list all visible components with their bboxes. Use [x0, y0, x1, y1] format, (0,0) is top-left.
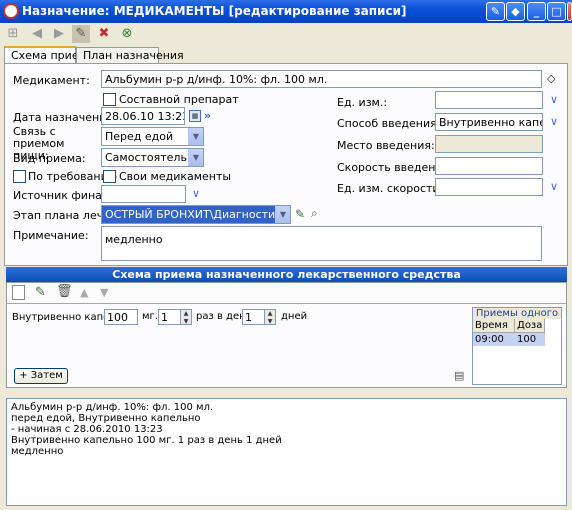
chevron-down-icon[interactable]: ▼ — [275, 206, 290, 223]
speed-field[interactable] — [435, 157, 543, 175]
spin-arrows-icon[interactable]: ▲ ▼ — [180, 310, 191, 324]
toolbar: ⊞ ◀ ▶ ✎ ✖ ⊗ — [0, 23, 572, 46]
window-title: Назначение: МЕДИКАМЕНТЫ [редактирование … — [22, 4, 407, 18]
delete-icon[interactable]: ✖ — [95, 25, 113, 43]
schema-header: Схема приема назначенного лекарственного… — [6, 267, 567, 282]
tools-icon[interactable]: ✎ — [486, 2, 505, 21]
route-field[interactable]: Внутривенно капельно — [435, 113, 543, 131]
doses-grid: Приемы одного дня Время Доза 09:00 100 — [472, 307, 562, 385]
food-select[interactable]: Перед едой ▼ — [101, 127, 204, 146]
tab-plan[interactable]: План назначения — [76, 47, 184, 64]
chevron-down-icon[interactable]: ▼ — [188, 128, 203, 145]
unit-label: Ед. изм.: — [337, 96, 388, 109]
close-record-icon[interactable]: ⊗ — [118, 25, 136, 43]
compound-checkbox[interactable] — [103, 93, 116, 106]
trash-icon[interactable]: 🗑 — [56, 284, 73, 299]
search-icon[interactable]: ⌕ — [311, 206, 318, 221]
add-record-icon[interactable]: ⊞ — [4, 25, 22, 43]
intake-label: Вид приема: — [13, 152, 86, 165]
grid-dose: 100 — [515, 333, 545, 346]
medicament-label: Медикамент: — [13, 74, 90, 87]
summary-line: Внутривенно капельно 100 мг. 1 раз в ден… — [11, 435, 282, 446]
grid-row[interactable]: 09:00 100 — [473, 333, 561, 346]
intake-select[interactable]: Самостоятельно ▼ — [101, 148, 204, 167]
then-button[interactable]: + Затем — [14, 368, 68, 384]
new-doc-icon[interactable] — [12, 285, 25, 300]
own-meds-checkbox[interactable] — [103, 170, 116, 183]
summary-line: Альбумин р-р д/инф. 10%: фл. 100 мл. — [11, 402, 214, 413]
place-label: Место введения: — [337, 139, 435, 152]
grid-col-dose: Доза — [515, 319, 545, 333]
tab-strip: Схема приема План назначения — [4, 46, 204, 64]
arrow-up-icon[interactable]: ▲ — [80, 286, 88, 299]
days-value: 1 — [245, 311, 252, 324]
chevron-down-icon[interactable]: ▼ — [188, 149, 203, 166]
times-stepper[interactable]: 1 ▲ ▼ — [158, 309, 192, 325]
grid-time: 09:00 — [473, 333, 515, 346]
summary-box: Альбумин р-р д/инф. 10%: фл. 100 мл. пер… — [6, 398, 567, 506]
note-field[interactable]: медленно — [101, 226, 542, 261]
unit-field[interactable] — [435, 91, 543, 109]
own-meds-label: Свои медикаменты — [119, 170, 232, 183]
on-demand-checkbox[interactable] — [13, 170, 26, 183]
chevron-down-icon[interactable]: ∨ — [547, 181, 561, 193]
chevron-down-icon[interactable]: ∨ — [189, 188, 203, 200]
grid-title: Приемы одного дня — [473, 308, 561, 330]
dose-unit: мг. — [142, 311, 158, 322]
funding-field[interactable] — [101, 185, 186, 203]
times-value: 1 — [161, 311, 168, 324]
divider — [7, 303, 566, 304]
days-stepper[interactable]: 1 ▲ ▼ — [242, 309, 276, 325]
medicament-field[interactable]: Альбумин р-р д/инф. 10%: фл. 100 мл. — [101, 70, 542, 88]
days-label: дней — [281, 311, 308, 322]
title-bar: Назначение: МЕДИКАМЕНТЫ [редактирование … — [0, 0, 572, 23]
intake-value: Самостоятельно — [105, 151, 201, 164]
stage-select[interactable]: ОСТРЫЙ БРОНХИТ\Диагностика ▼ — [101, 205, 291, 224]
note-label: Примечание: — [13, 229, 89, 242]
tab-schema[interactable]: Схема приема — [4, 46, 94, 64]
date-field[interactable]: 28.06.10 13:23 — [101, 107, 185, 125]
close-button[interactable] — [567, 2, 572, 21]
summary-line: - начиная с 28.06.2010 13:23 — [11, 424, 163, 435]
calc-icon[interactable]: ▤ — [454, 369, 464, 382]
maximize-button[interactable]: □ — [547, 2, 566, 21]
minimize-button[interactable]: _ — [527, 2, 546, 21]
place-field — [435, 135, 543, 153]
grid-col-time: Время — [473, 319, 515, 333]
spin-arrows-icon[interactable]: ▲ ▼ — [264, 310, 275, 324]
dose-field[interactable]: 100 — [104, 309, 138, 325]
food-value: Перед едой — [105, 130, 174, 143]
speed-unit-field[interactable] — [435, 178, 543, 196]
arrow-right-icon[interactable]: ▶ — [50, 25, 68, 43]
pen-icon[interactable]: ✎ — [35, 285, 46, 300]
summary-line: перед едой, Внутривенно капельно — [11, 413, 201, 424]
stage-value: ОСТРЫЙ БРОНХИТ\Диагностика — [105, 208, 289, 221]
arrow-down-icon[interactable]: ▼ — [100, 286, 108, 299]
compound-label: Составной препарат — [119, 93, 239, 106]
calendar-icon[interactable]: ▦ — [189, 110, 201, 122]
arrow-left-icon[interactable]: ◀ — [28, 25, 46, 43]
summary-line: медленно — [11, 446, 64, 457]
chevron-down-icon[interactable]: ∨ — [547, 94, 561, 106]
double-arrow-icon[interactable]: » — [204, 109, 211, 122]
edit-pen-icon[interactable]: ✎ — [72, 25, 90, 43]
chevron-down-icon[interactable]: ∨ — [547, 116, 561, 128]
route-label: Способ введения: — [337, 117, 441, 130]
pen-icon[interactable]: ✎ — [295, 207, 305, 221]
help-icon[interactable]: ◆ — [506, 2, 525, 21]
app-icon — [3, 3, 19, 19]
eraser-icon[interactable]: ◇ — [547, 72, 561, 85]
